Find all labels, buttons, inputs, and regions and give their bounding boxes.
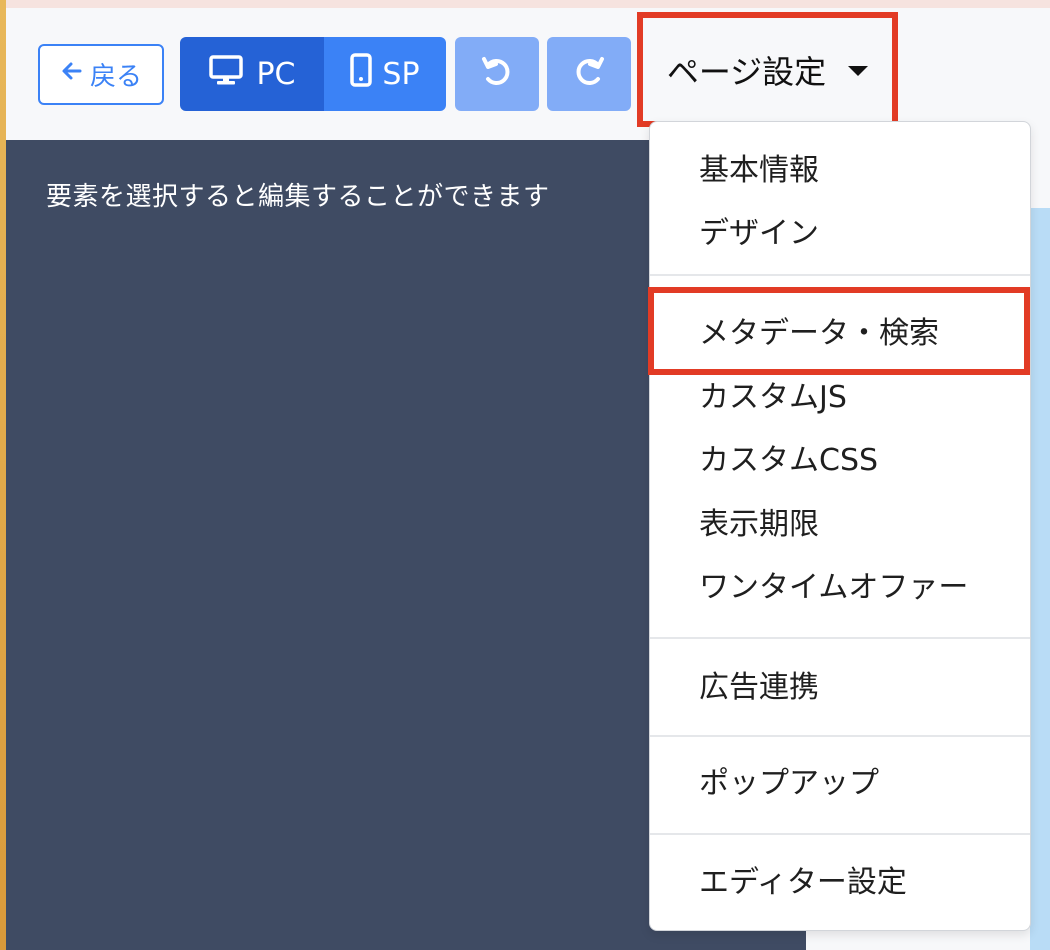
menu-item-design[interactable]: デザイン [699, 215, 819, 253]
smartphone-icon [350, 53, 373, 95]
pc-view-label: PC [256, 56, 296, 92]
menu-item-custom-css[interactable]: カスタムCSS [699, 442, 878, 480]
menu-item-basic-info[interactable]: 基本情報 [699, 152, 819, 190]
sp-view-label: SP [382, 56, 420, 92]
toolbar-overflow-mark [908, 84, 912, 90]
page-settings-menu: 基本情報 デザイン メタデータ・検索 カスタムJS カスタムCSS 表示期限 ワ… [649, 121, 1031, 931]
menu-item-display-period[interactable]: 表示期限 [699, 506, 819, 544]
window-top-strip [0, 0, 1050, 8]
undo-icon [479, 54, 515, 94]
redo-button[interactable] [547, 37, 631, 111]
monitor-icon [208, 54, 244, 94]
menu-item-one-time-offer[interactable]: ワンタイムオファー [699, 569, 968, 607]
back-button[interactable]: 戻る [38, 44, 164, 105]
menu-item-editor-settings[interactable]: エディター設定 [699, 864, 907, 902]
menu-divider [650, 833, 1030, 835]
undo-button[interactable] [455, 37, 539, 111]
side-panel-edge [1030, 208, 1050, 950]
redo-icon [571, 54, 607, 94]
canvas-instruction-text: 要素を選択すると編集することができます [46, 182, 550, 212]
menu-divider [650, 735, 1030, 737]
menu-divider [650, 637, 1030, 639]
page-settings-dropdown-toggle[interactable]: ページ設定 [637, 12, 898, 127]
arrow-left-icon [60, 59, 84, 90]
menu-item-popup[interactable]: ポップアップ [699, 765, 879, 803]
menu-item-custom-js[interactable]: カスタムJS [699, 379, 847, 417]
page-settings-label: ページ設定 [666, 52, 827, 91]
caret-down-icon [848, 65, 869, 76]
pc-view-button[interactable]: PC [180, 37, 324, 111]
highlight-annotation-box [648, 287, 1030, 375]
back-button-label: 戻る [89, 62, 142, 92]
menu-divider [650, 274, 1030, 276]
sp-view-button[interactable]: SP [324, 37, 446, 111]
menu-item-ad-integration[interactable]: 広告連携 [699, 669, 819, 707]
